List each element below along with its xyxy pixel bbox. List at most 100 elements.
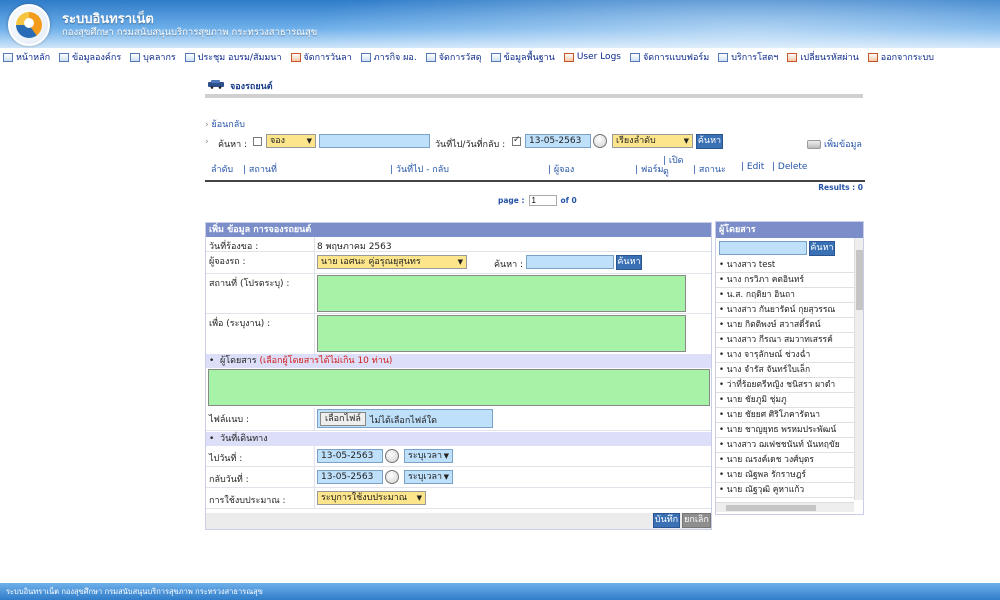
page-footer: ระบบอินทราเน็ต กองสุขศึกษา กรมสนับสนุนบร… [0,583,1000,600]
passenger-list: นางสาว test นาง กรวิภา คตอินทร์ น.ส. กฤต… [716,258,854,498]
list-item[interactable]: นาย ชาญยุทธ พรหมประพัฒน์ [716,423,854,438]
search-label: ค้นหา : [218,140,248,150]
add-data-link[interactable]: เพิ่มข้อมูล [807,137,862,151]
passenger-horizontal-scrollbar[interactable] [716,502,854,512]
budget-label: การใช้งบประมาณ : [209,496,286,506]
place-textarea[interactable] [317,275,686,312]
header-decoration [300,0,1000,48]
list-item[interactable]: นาย ณัฐวุฒิ คูหาแก้ว [716,483,854,498]
no-file-text: ไม่ได้เลือกไฟล์ใด [370,416,437,426]
passenger-search-button[interactable]: ค้นหา [809,241,835,256]
budget-select[interactable]: ระบุการใช้งบประมาณ ▼ [317,491,426,505]
col-delete[interactable]: | Delete [772,162,807,172]
menu-label: ข้อมูลพื้นฐาน [503,53,555,63]
col-view[interactable]: | เปิด ดู [663,156,687,178]
keyword-checkbox[interactable] [253,137,262,146]
col-order[interactable]: ลำดับ [211,162,233,176]
purpose-textarea[interactable] [317,315,686,352]
page-input[interactable] [528,195,557,206]
menu-item-director-tasks[interactable]: ภารกิจ ผอ. [360,50,417,64]
app-header: ระบบอินทราเน็ต กองสุขศึกษา กรมสนับสนุนบร… [0,0,1000,48]
depart-time-select[interactable]: ระบุเวลา ▼ [404,449,453,463]
attachment-row: ไฟล์แนบ : เลือกไฟล์ ไม่ได้เลือกไฟล์ใด [206,408,711,431]
list-item[interactable]: นางสาว test [716,258,854,273]
calendar-button-icon[interactable] [385,449,399,463]
chevron-down-icon: ▼ [683,137,689,145]
booker-select[interactable]: นาย เอศนะ คู่อรุณยุสุนทร ▼ [317,255,467,269]
pager-label: page : [498,196,525,205]
file-input[interactable]: เลือกไฟล์ ไม่ได้เลือกไฟล์ใด [317,409,493,428]
passenger-panel: ผู้โดยสาร ค้นหา นางสาว test นาง กรวิภา ค… [715,221,864,515]
menu-item-personnel[interactable]: บุคลากร [130,50,176,64]
back-link[interactable]: ย้อนกลับ [205,117,245,131]
menu-item-basic-data[interactable]: ข้อมูลพื้นฐาน [490,50,555,64]
list-item[interactable]: นาย กิตติพงษ์ สวาสดิ์รัตน์ [716,318,854,333]
passenger-vertical-scrollbar[interactable] [854,238,863,500]
list-item[interactable]: น.ส. กฤติยา อินถา [716,288,854,303]
list-item[interactable]: นางสาว ฌเฟชชนันท์ นันทฤขัย [716,438,854,453]
passengers-textarea[interactable] [208,369,710,406]
date-filter-checkbox[interactable] [512,135,521,146]
search-type-select[interactable]: จอง ▼ [266,134,316,148]
form-footer: บันทึก ยกเลิก [206,513,711,529]
menu-item-home[interactable]: หน้าหลัก [3,50,50,64]
database-icon [490,52,501,62]
date-filter-input[interactable]: 13-05-2563 [525,134,591,148]
list-item[interactable]: นาย ณัฐพล รักราษฎร์ [716,468,854,483]
search-keyword-input[interactable] [319,134,430,148]
passenger-search-input[interactable] [719,241,807,255]
purpose-row: เพื่อ (ระบุงาน) : [206,314,711,355]
choose-file-button[interactable]: เลือกไฟล์ [320,412,366,426]
col-edit[interactable]: | Edit [741,162,764,172]
col-status[interactable]: | สถานะ [693,162,726,176]
divider [314,252,315,273]
return-date-input[interactable]: 13-05-2563 [317,470,383,484]
sort-value: เรียงลำดับ [616,136,656,146]
menu-item-logout[interactable]: ออกจากระบบ [867,50,934,64]
list-item[interactable]: นาง จำรัส จันทร์ใบเล็ก [716,363,854,378]
chevron-down-icon: ▼ [443,473,449,481]
list-item[interactable]: นาย ชัยยศ ศิริโภคารัตนา [716,408,854,423]
depart-date-input[interactable]: 13-05-2563 [317,449,383,463]
car-icon [208,80,224,89]
menu-item-organization[interactable]: ข้อมูลองค์กร [59,50,121,64]
search-button[interactable]: ค้นหา [696,134,723,149]
logo-icon [8,4,50,46]
list-item[interactable]: นาง กรวิภา คตอินทร์ [716,273,854,288]
divider [314,467,315,487]
booker-search-input[interactable] [526,255,614,269]
col-booker[interactable]: | ผู้จอง [548,162,574,176]
cancel-button[interactable]: ยกเลิก [682,513,711,528]
organization-icon [59,52,70,62]
request-date-value: 8 พฤษภาคม 2563 [317,242,392,252]
passenger-panel-title: ผู้โดยสาร [716,222,863,238]
calendar-button-icon[interactable] [385,470,399,484]
menu-item-leave[interactable]: จัดการวันลา [290,50,352,64]
logs-icon [563,52,574,62]
scrollbar-thumb[interactable] [726,505,816,511]
pager-total: of 0 [560,196,577,205]
menu-item-meeting[interactable]: ประชุม อบรม/สัมมนา [184,50,282,64]
list-item[interactable]: นาย ณรงค์เดช วงศ์บุตร [716,453,854,468]
menu-item-supplies[interactable]: จัดการวัสดุ [425,50,482,64]
save-button[interactable]: บันทึก [653,513,680,528]
col-dates[interactable]: | วันที่ไป - กลับ [390,162,449,176]
list-item[interactable]: นางสาว กันยารัตน์ กุยสุวรรณ [716,303,854,318]
menu-item-user-logs[interactable]: User Logs [563,52,621,62]
menu-item-media[interactable]: บริการโสตฯ [718,50,778,64]
list-item[interactable]: นาง จารุลักษณ์ ช่วงฉ่ำ [716,348,854,363]
calendar-button-icon[interactable] [593,134,607,148]
scrollbar-thumb[interactable] [856,250,863,310]
list-item[interactable]: นางสาว กีรณา สมวาทเสรรค์ [716,333,854,348]
sort-select[interactable]: เรียงลำดับ ▼ [612,134,693,148]
menu-item-forms[interactable]: จัดการแบบฟอร์ม [629,50,709,64]
return-time-select[interactable]: ระบุเวลา ▼ [404,470,453,484]
travel-date-heading: วันที่เดินทาง [220,434,268,444]
list-item[interactable]: นาย ชัยภูมิ ชุ่มภู [716,393,854,408]
home-icon [3,52,13,62]
col-form[interactable]: | ฟอร์ม [635,162,663,176]
list-item[interactable]: ว่าที่ร้อยตรีหญิง ชนิสรา ผาดำ [716,378,854,393]
booker-search-button[interactable]: ค้นหา [616,255,642,270]
col-place[interactable]: | สถานที่ [243,162,277,176]
menu-item-change-password[interactable]: เปลี่ยนรหัสผ่าน [787,50,859,64]
